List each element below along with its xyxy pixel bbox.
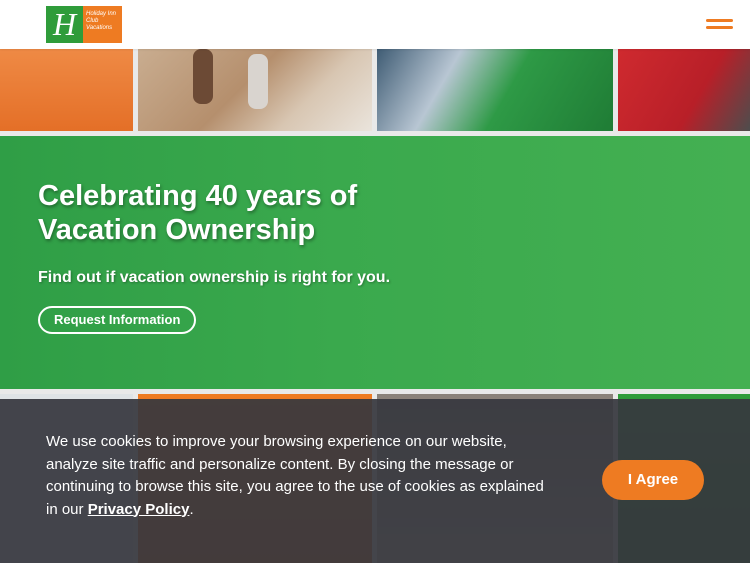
site-header: H Holiday Inn Club Vacations	[0, 0, 750, 49]
logo-line-3: Vacations	[86, 25, 113, 31]
agree-button[interactable]: I Agree	[602, 460, 704, 500]
request-information-button[interactable]: Request Information	[38, 306, 197, 334]
photo-tile-red-shirt	[618, 49, 750, 131]
hamburger-menu-icon[interactable]	[706, 16, 733, 32]
cookie-consent-banner: We use cookies to improve your browsing …	[0, 399, 750, 563]
menu-bar	[706, 19, 733, 22]
hero-banner: Celebrating 40 years of Vacation Ownersh…	[0, 136, 750, 389]
logo-mark: H	[46, 6, 83, 43]
holiday-inn-club-vacations-logo[interactable]: H Holiday Inn Club Vacations	[46, 6, 122, 43]
cookie-message: We use cookies to improve your browsing …	[46, 431, 546, 521]
photo-strip-top	[0, 49, 750, 131]
logo-line-2: Club	[86, 18, 99, 24]
hero-subtitle: Find out if vacation ownership is right …	[38, 269, 391, 286]
logo-wordmark: Holiday Inn Club Vacations	[83, 6, 122, 43]
photo-tile-beach-walk	[138, 49, 372, 131]
menu-bar	[706, 26, 733, 29]
hero-title: Celebrating 40 years of Vacation Ownersh…	[38, 180, 358, 246]
privacy-policy-link[interactable]: Privacy Policy	[88, 501, 190, 518]
photo-tile-orange	[0, 49, 133, 131]
photo-tile-green-shirt	[377, 49, 613, 131]
logo-line-1: Holiday Inn	[86, 11, 117, 17]
cookie-message-suffix: .	[189, 500, 194, 518]
